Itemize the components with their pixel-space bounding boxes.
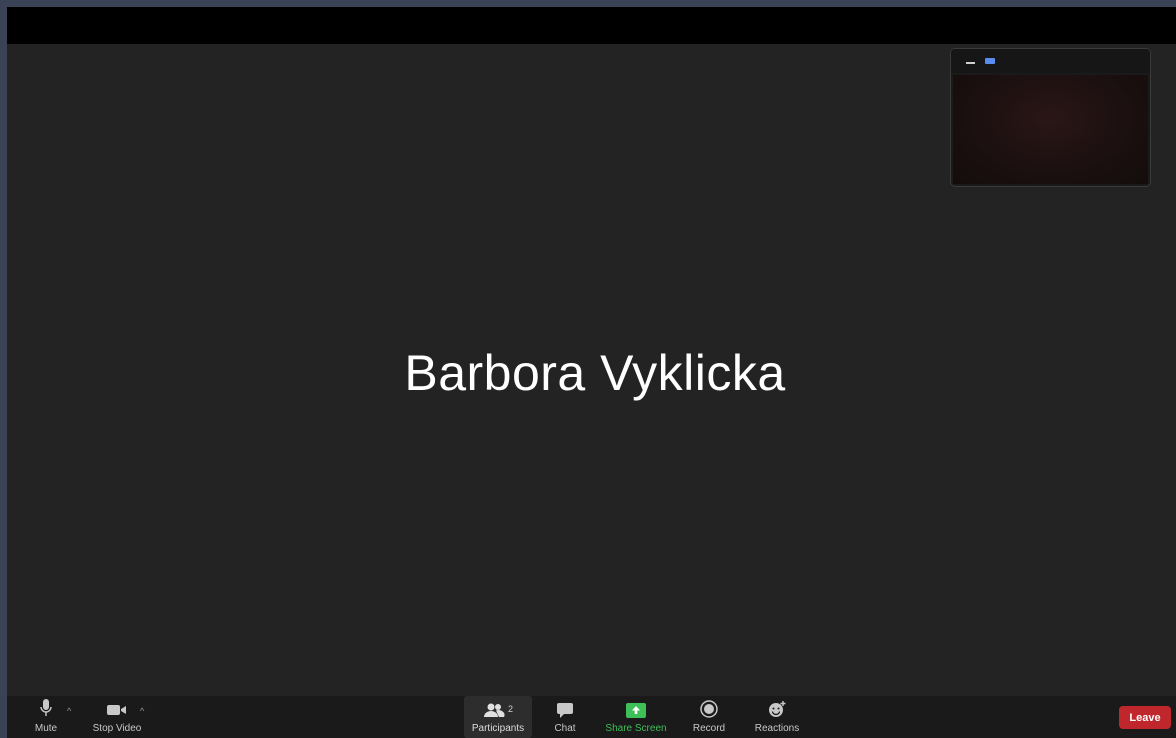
mute-button[interactable]: Mute <box>31 696 61 738</box>
chat-bubble-icon <box>556 696 574 718</box>
record-label: Record <box>692 723 726 734</box>
minimize-icon[interactable] <box>966 62 975 64</box>
leave-button[interactable]: Leave <box>1119 706 1171 729</box>
self-view-panel[interactable] <box>951 49 1150 186</box>
caret-up-icon[interactable]: ^ <box>140 706 144 716</box>
title-bar <box>7 7 1176 44</box>
stop-video-label: Stop Video <box>92 723 142 734</box>
share-screen-label: Share Screen <box>605 723 667 734</box>
meeting-toolbar: Mute ^ Stop Video ^ 2 Participants Chat … <box>7 696 1176 738</box>
emoji-plus-icon <box>767 696 787 718</box>
mute-label: Mute <box>34 723 58 734</box>
chat-label: Chat <box>554 723 576 734</box>
self-video-feed <box>953 75 1148 184</box>
reactions-button[interactable]: Reactions <box>751 696 803 738</box>
reactions-label: Reactions <box>754 723 800 734</box>
participants-label: Participants <box>471 723 525 734</box>
chat-button[interactable]: Chat <box>547 696 583 738</box>
participants-count: 2 <box>507 704 513 714</box>
people-icon: 2 <box>483 696 513 718</box>
share-screen-button[interactable]: Share Screen <box>601 696 671 738</box>
video-camera-icon <box>106 696 128 718</box>
view-toggle-icon[interactable] <box>985 58 995 64</box>
self-view-header <box>951 49 1150 73</box>
meeting-window: Barbora Vyklicka Mute ^ Stop Video ^ 2 P… <box>7 7 1176 738</box>
caret-up-icon[interactable]: ^ <box>67 706 71 716</box>
active-speaker-name: Barbora Vyklicka <box>404 345 786 401</box>
stop-video-button[interactable]: Stop Video <box>89 696 145 738</box>
microphone-icon <box>39 696 53 718</box>
participants-button[interactable]: 2 Participants <box>464 696 532 738</box>
share-arrow-icon <box>626 696 646 718</box>
record-button[interactable]: Record <box>689 696 729 738</box>
record-icon <box>700 696 718 718</box>
